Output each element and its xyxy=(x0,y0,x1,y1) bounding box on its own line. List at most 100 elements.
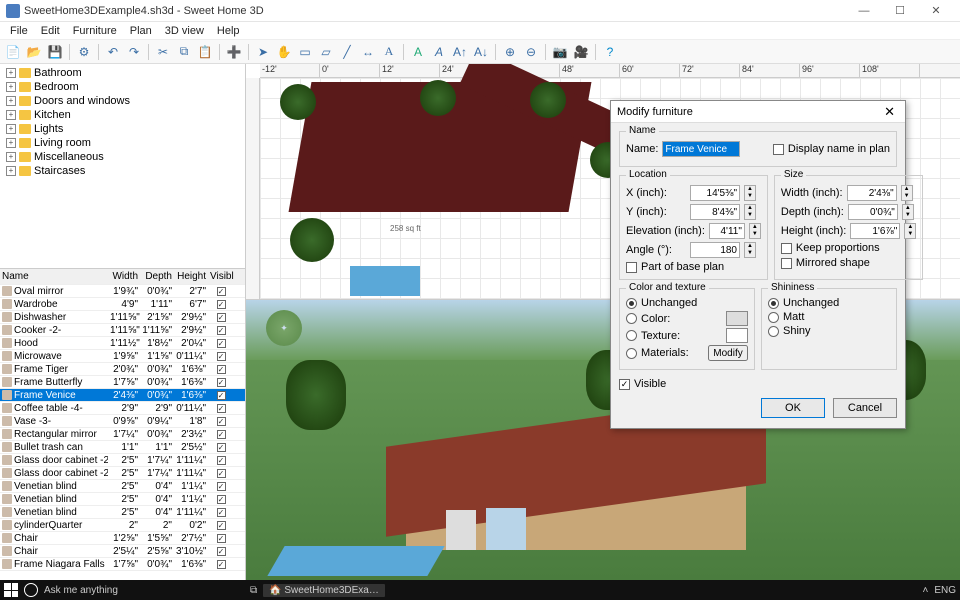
redo-icon[interactable]: ↷ xyxy=(125,43,143,61)
task-view-icon[interactable]: ⧉ xyxy=(250,585,257,596)
keep-proportions-checkbox[interactable]: Keep proportions xyxy=(781,242,916,254)
tray-lang[interactable]: ENG xyxy=(934,585,956,596)
x-input[interactable] xyxy=(690,185,740,201)
ok-button[interactable]: OK xyxy=(761,398,825,418)
wall-icon[interactable]: ▭ xyxy=(296,43,314,61)
video-icon[interactable]: 🎥 xyxy=(572,43,590,61)
menu-3dview[interactable]: 3D view xyxy=(159,24,210,38)
color-unchanged-radio[interactable]: Unchanged xyxy=(626,297,748,309)
furniture-row[interactable]: Venetian blind2'5"0'4"1'1¼"✓ xyxy=(0,493,245,506)
catalog-item[interactable]: +Miscellaneous xyxy=(2,150,243,164)
text-icon[interactable]: A xyxy=(380,43,398,61)
width-input[interactable] xyxy=(847,185,897,201)
catalog-tree[interactable]: +Bathroom+Bedroom+Doors and windows+Kitc… xyxy=(0,64,245,269)
pan-icon[interactable]: ✋ xyxy=(275,43,293,61)
cut-icon[interactable]: ✂ xyxy=(154,43,172,61)
shine-matt-radio[interactable]: Matt xyxy=(768,311,890,323)
mirrored-checkbox[interactable]: Mirrored shape xyxy=(781,257,916,269)
paste-icon[interactable]: 📋 xyxy=(196,43,214,61)
furniture-row[interactable]: Frame Tiger2'0¾"0'0¾"1'6⅜"✓ xyxy=(0,363,245,376)
menu-help[interactable]: Help xyxy=(211,24,246,38)
angle-spinner[interactable]: ▲▼ xyxy=(744,242,756,258)
furniture-row[interactable]: Frame Niagara Falls1'7⅝"0'0¾"1'6⅜"✓ xyxy=(0,558,245,571)
maximize-button[interactable]: ☐ xyxy=(882,0,918,22)
furniture-row[interactable]: cylinderQuarter2"2"0'2"✓ xyxy=(0,519,245,532)
polyline-icon[interactable]: ╱ xyxy=(338,43,356,61)
furniture-row[interactable]: Chair2'5¼"2'5⅝"3'10½"✓ xyxy=(0,545,245,558)
taskbar-search[interactable]: Ask me anything xyxy=(44,585,244,596)
depth-input[interactable] xyxy=(848,204,898,220)
height-input[interactable] xyxy=(850,223,900,239)
catalog-item[interactable]: +Bedroom xyxy=(2,80,243,94)
texture-radio[interactable]: Texture: xyxy=(626,328,748,343)
photo-icon[interactable]: 📷 xyxy=(551,43,569,61)
taskbar[interactable]: Ask me anything ⧉ 🏠 SweetHome3DExa… ˄ EN… xyxy=(0,580,960,600)
furniture-row[interactable]: Rectangular mirror1'7¼"0'0¾"2'3½"✓ xyxy=(0,428,245,441)
cortana-icon[interactable] xyxy=(24,583,38,597)
menu-edit[interactable]: Edit xyxy=(35,24,66,38)
minimize-button[interactable]: — xyxy=(846,0,882,22)
zoom-in-icon[interactable]: ⊕ xyxy=(501,43,519,61)
catalog-item[interactable]: +Kitchen xyxy=(2,108,243,122)
furniture-row[interactable]: Chair1'2⅝"1'5⅝"2'7½"✓ xyxy=(0,532,245,545)
cancel-button[interactable]: Cancel xyxy=(833,398,897,418)
zoom-out-icon[interactable]: ⊖ xyxy=(522,43,540,61)
angle-input[interactable] xyxy=(690,242,740,258)
furniture-row[interactable]: Bullet trash can1'1"1'1"2'5½"✓ xyxy=(0,441,245,454)
visible-checkbox[interactable]: ✓Visible xyxy=(619,378,897,390)
catalog-item[interactable]: +Living room xyxy=(2,136,243,150)
start-button[interactable] xyxy=(4,583,18,597)
modify-materials-button[interactable]: Modify xyxy=(708,345,748,361)
color-button[interactable] xyxy=(726,311,748,326)
height-spinner[interactable]: ▲▼ xyxy=(904,223,916,239)
save-icon[interactable]: 💾 xyxy=(46,43,64,61)
furniture-row[interactable]: Oval mirror1'9¾"0'0¾"2'7"✓ xyxy=(0,285,245,298)
y-input[interactable] xyxy=(690,204,740,220)
shine-unchanged-radio[interactable]: Unchanged xyxy=(768,297,890,309)
furniture-row[interactable]: Venetian blind2'5"0'4"1'11¼"✓ xyxy=(0,506,245,519)
elevation-input[interactable] xyxy=(709,223,745,239)
prefs-icon[interactable]: ⚙ xyxy=(75,43,93,61)
copy-icon[interactable]: ⧉ xyxy=(175,43,193,61)
menu-furniture[interactable]: Furniture xyxy=(67,24,123,38)
display-in-plan-checkbox[interactable]: Display name in plan xyxy=(773,143,890,155)
name-input[interactable] xyxy=(662,141,740,157)
catalog-item[interactable]: +Doors and windows xyxy=(2,94,243,108)
elevation-spinner[interactable]: ▲▼ xyxy=(749,223,761,239)
shine-shiny-radio[interactable]: Shiny xyxy=(768,325,890,337)
furniture-row[interactable]: Frame Butterfly1'7⅝"0'0¾"1'6⅜"✓ xyxy=(0,376,245,389)
menu-file[interactable]: File xyxy=(4,24,34,38)
furniture-row[interactable]: Cooker -2-1'11⅝"1'11⅝"2'9½"✓ xyxy=(0,324,245,337)
furniture-row[interactable]: Wardrobe4'9"1'11"6'7"✓ xyxy=(0,298,245,311)
furniture-row[interactable]: Hood1'11½"1'8½"2'0¼"✓ xyxy=(0,337,245,350)
tray-up-icon[interactable]: ˄ xyxy=(922,585,928,596)
x-spinner[interactable]: ▲▼ xyxy=(744,185,756,201)
furniture-row[interactable]: Frame Venice2'4⅜"0'0¾"1'6⅜"✓ xyxy=(0,389,245,402)
catalog-item[interactable]: +Staircases xyxy=(2,164,243,178)
furniture-row[interactable]: Venetian blind2'5"0'4"1'1¼"✓ xyxy=(0,480,245,493)
texture-button[interactable] xyxy=(726,328,748,343)
dialog-close-button[interactable]: ✕ xyxy=(880,104,899,120)
furniture-row[interactable]: Microwave1'9⅝"1'1⅝"0'11¼"✓ xyxy=(0,350,245,363)
catalog-item[interactable]: +Lights xyxy=(2,122,243,136)
menu-plan[interactable]: Plan xyxy=(124,24,158,38)
text-bold-icon[interactable]: A xyxy=(409,43,427,61)
close-button[interactable]: ✕ xyxy=(918,0,954,22)
help-icon[interactable]: ? xyxy=(601,43,619,61)
furniture-row[interactable]: Coffee table -4-2'9"2'9"0'11¼"✓ xyxy=(0,402,245,415)
open-icon[interactable]: 📂 xyxy=(25,43,43,61)
text-size-up-icon[interactable]: A↑ xyxy=(451,43,469,61)
color-radio[interactable]: Color: xyxy=(626,311,748,326)
materials-radio[interactable]: Materials:Modify xyxy=(626,345,748,361)
compass-icon[interactable]: ✦ xyxy=(266,310,302,346)
furniture-list-header[interactable]: Name Width Depth Height Visible xyxy=(0,269,245,285)
dimension-icon[interactable]: ↔ xyxy=(359,43,377,61)
furniture-row[interactable]: Glass door cabinet -2-2'5"1'7¼"1'11¼"✓ xyxy=(0,454,245,467)
undo-icon[interactable]: ↶ xyxy=(104,43,122,61)
y-spinner[interactable]: ▲▼ xyxy=(744,204,756,220)
taskbar-app[interactable]: 🏠 SweetHome3DExa… xyxy=(263,584,385,597)
furniture-row[interactable]: Dishwasher1'11⅝"2'1⅝"2'9½"✓ xyxy=(0,311,245,324)
text-size-down-icon[interactable]: A↓ xyxy=(472,43,490,61)
baseplan-checkbox[interactable]: Part of base plan xyxy=(626,261,761,273)
furniture-row[interactable]: Glass door cabinet -2-2'5"1'7¼"1'11¼"✓ xyxy=(0,467,245,480)
